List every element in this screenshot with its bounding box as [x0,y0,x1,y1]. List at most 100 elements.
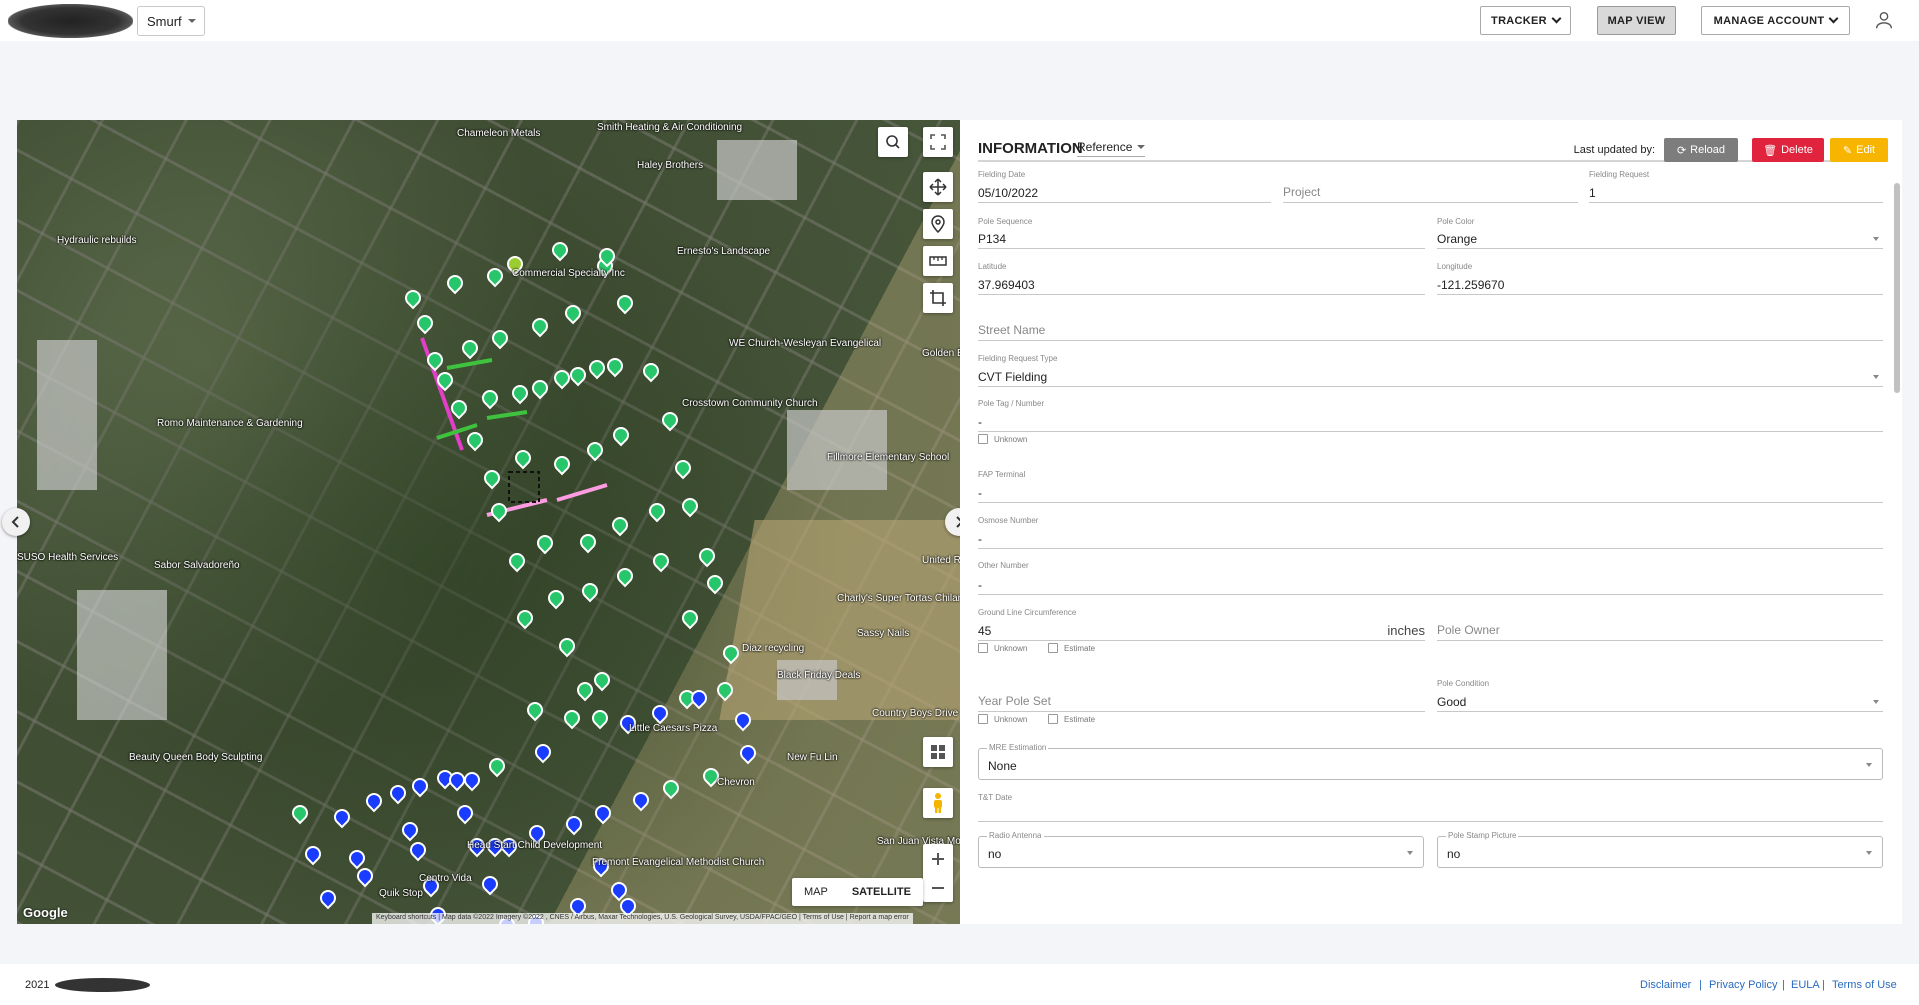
layers-button[interactable] [923,737,953,767]
pole-pin-green[interactable] [554,456,566,470]
pole-pin-green[interactable] [703,768,715,782]
pole-pin-green[interactable] [663,780,675,794]
pole-pin-green[interactable] [451,400,463,414]
pole-pin-green[interactable] [491,503,503,517]
previous-arrow-button[interactable] [2,508,30,536]
pole-pin-green[interactable] [599,248,611,262]
zoom-in-button[interactable] [931,844,945,873]
pole-pin-blue[interactable] [334,809,346,823]
pole-pin-blue[interactable] [464,772,476,786]
tt-date-field[interactable]: T&T Date [978,793,1883,822]
pole-pin-green[interactable] [577,682,589,696]
pole-pin-blue[interactable] [402,822,414,836]
pole-pin-green[interactable] [653,553,665,567]
year-pole-set-field[interactable]: Year Pole Set [978,679,1425,712]
pole-pin-blue[interactable] [535,744,547,758]
pole-tag-field[interactable]: Pole Tag / Number - [978,399,1883,432]
edit-button[interactable]: ✎ Edit [1830,138,1888,162]
pole-pin-green[interactable] [527,702,539,716]
scrollbar-thumb[interactable] [1894,183,1900,393]
fielding-request-field[interactable]: Fielding Request 1 [1589,170,1883,203]
pole-pin-green[interactable] [509,553,521,567]
pole-pin-green[interactable] [437,372,449,386]
pole-pin-green[interactable] [675,460,687,474]
pole-pin-green[interactable] [489,758,501,772]
pole-pin-green[interactable] [592,710,604,724]
pole-pin-green[interactable] [682,498,694,512]
marker-tool-button[interactable] [923,209,953,239]
user-icon[interactable] [1873,9,1895,31]
latitude-field[interactable]: Latitude 37.969403 [978,262,1425,295]
glc-unknown-checkbox[interactable]: Unknown [978,643,1027,653]
pole-pin-blue[interactable] [633,792,645,806]
map-search-button[interactable] [878,127,908,157]
year-estimate-checkbox[interactable]: Estimate [1048,714,1095,724]
pole-pin-blue[interactable] [652,705,664,719]
pole-pin-green[interactable] [427,352,439,366]
pole-pin-green[interactable] [607,358,619,372]
organization-select[interactable]: Smurf [137,6,205,36]
measure-tool-button[interactable] [923,246,953,276]
tracker-button[interactable]: TRACKER [1480,6,1571,35]
pole-pin-green[interactable] [589,360,601,374]
pole-pin-green[interactable] [292,805,304,819]
reference-dropdown[interactable]: Reference [1077,140,1146,157]
pole-sequence-field[interactable]: Pole Sequence P134 [978,217,1425,249]
pole-pin-green[interactable] [565,305,577,319]
map-view-button[interactable]: MAP VIEW [1597,6,1676,35]
pole-pin-green[interactable] [532,380,544,394]
pole-pin-green[interactable] [717,682,729,696]
panel-scrollbar[interactable] [1893,175,1901,915]
pole-pin-green[interactable] [679,690,691,704]
pole-pin-blue[interactable] [691,690,703,704]
other-number-field[interactable]: Other Number - [978,561,1883,595]
street-name-field[interactable]: Street Name [978,315,1883,341]
privacy-policy-link[interactable]: Privacy Policy [1709,979,1777,991]
disclaimer-link[interactable]: Disclaimer [1640,979,1691,991]
ground-line-circumference-field[interactable]: Ground Line Circumference 45 inches [978,608,1425,641]
pole-pin-green[interactable] [564,710,576,724]
pole-pin-green[interactable] [532,318,544,332]
pole-tag-unknown-checkbox[interactable]: Unknown [978,434,1027,444]
map-type-map-button[interactable]: MAP [792,878,840,906]
pole-pin-green[interactable] [662,412,674,426]
pole-pin-blue[interactable] [449,772,461,786]
pole-pin-green[interactable] [723,645,735,659]
pole-pin-green[interactable] [487,268,499,282]
pole-pin-green[interactable] [512,385,524,399]
pole-pin-green[interactable] [552,242,564,256]
pole-pin-blue[interactable] [482,876,494,890]
pole-pin-green[interactable] [617,295,629,309]
pole-stamp-picture-select[interactable]: Pole Stamp Picture no [1437,831,1883,868]
pole-pin-blue[interactable] [611,882,623,896]
pole-pin-green[interactable] [587,442,599,456]
street-view-button[interactable] [923,788,953,818]
pole-pin-green[interactable] [484,470,496,484]
radio-antenna-select[interactable]: Radio Antenna no [978,831,1424,868]
pole-pin-green[interactable] [548,590,560,604]
pole-pin-green[interactable] [482,390,494,404]
pan-tool-button[interactable] [923,172,953,202]
pole-pin-green[interactable] [707,575,719,589]
pole-pin-blue[interactable] [390,785,402,799]
pole-pin-blue[interactable] [357,868,369,882]
pole-color-select[interactable]: Pole Color Orange [1437,217,1883,249]
map-type-satellite-button[interactable]: SATELLITE [840,878,923,906]
pole-pin-blue[interactable] [620,898,632,912]
zoom-out-button[interactable] [931,873,945,902]
pole-pin-green[interactable] [699,548,711,562]
pole-pin-green[interactable] [554,370,566,384]
pole-pin-green[interactable] [643,363,655,377]
pole-pin-green[interactable] [613,427,625,441]
mre-estimation-select[interactable]: MRE Estimation None [978,743,1883,780]
pole-pin-blue[interactable] [305,846,317,860]
project-field[interactable]: Project [1283,170,1578,203]
reload-button[interactable]: ⟳ Reload [1664,138,1738,162]
satellite-map[interactable]: Chameleon Metals Smith Heating & Air Con… [17,120,960,924]
manage-account-button[interactable]: MANAGE ACCOUNT [1701,6,1850,35]
fullscreen-button[interactable] [923,127,953,157]
pole-pin-green[interactable] [570,367,582,381]
pole-condition-select[interactable]: Pole Condition Good [1437,679,1883,712]
pole-pin-blue[interactable] [412,778,424,792]
pole-pin-green[interactable] [515,450,527,464]
